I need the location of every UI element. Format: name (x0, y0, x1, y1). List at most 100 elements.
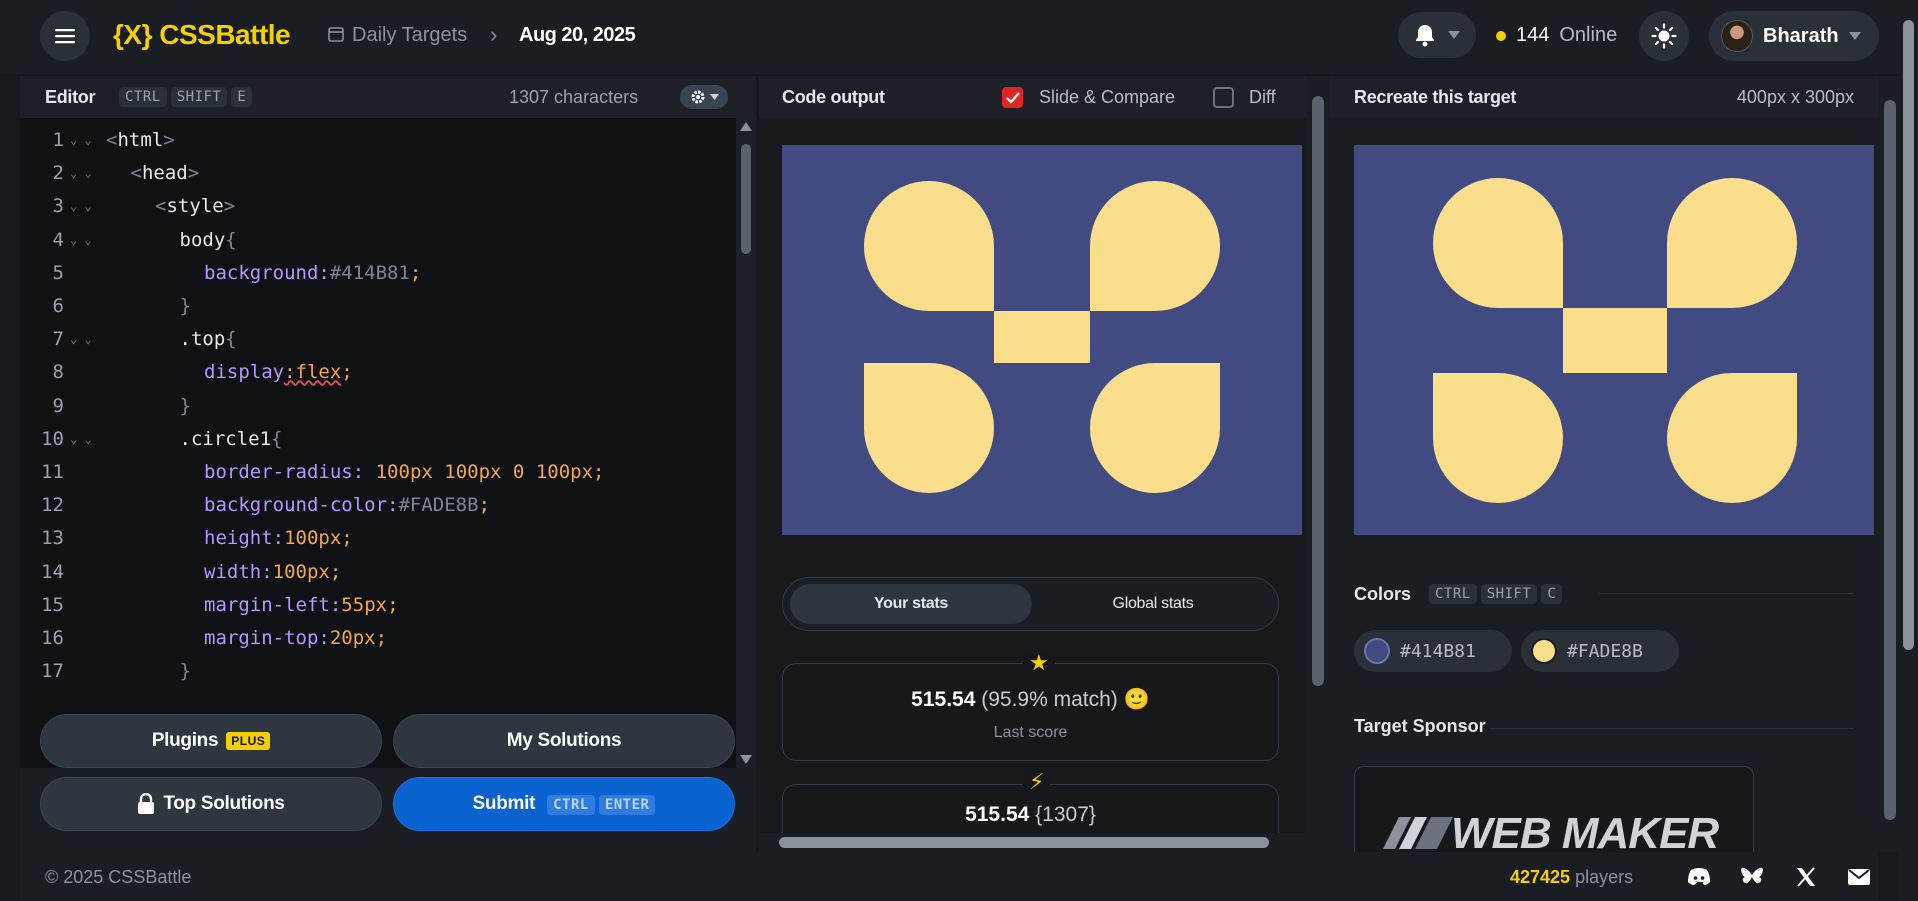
kbd-key: SHIFT (1480, 584, 1538, 604)
scroll-thumb[interactable] (1312, 96, 1324, 686)
last-score-value: 515.54 (911, 688, 976, 711)
code-line[interactable]: 14 width:100px; (20, 556, 736, 589)
fold-chevron-icon[interactable]: ⌄ ⌄ (70, 157, 92, 190)
fold-chevron-icon[interactable]: ⌄ ⌄ (70, 124, 92, 157)
code-line[interactable]: 11 border-radius: 100px 100px 0 100px; (20, 456, 736, 489)
target-image[interactable] (1354, 145, 1874, 535)
target-title: Recreate this target (1354, 87, 1517, 107)
submit-button[interactable]: Submit CTRL ENTER (393, 777, 735, 831)
line-number: 14 (41, 560, 64, 583)
page-scrollbar[interactable] (1899, 0, 1918, 901)
code-text: } (179, 394, 191, 417)
kbd-key: CTRL (547, 795, 595, 815)
code-line[interactable]: 9} (20, 390, 736, 423)
tab-your-stats[interactable]: Your stats (790, 584, 1032, 624)
sponsor-card[interactable]: WEB MAKER (1354, 766, 1754, 856)
scroll-thumb[interactable] (741, 144, 751, 254)
fold-chevron-icon[interactable]: ⌄ ⌄ (70, 323, 92, 356)
fold-chevron-icon[interactable]: ⌄ ⌄ (70, 423, 92, 456)
code-text: border-radius: 100px 100px 0 100px; (204, 461, 605, 483)
editor-scrollbar[interactable] (736, 118, 756, 768)
target-petal-bottom-right (1667, 373, 1797, 503)
code-line[interactable]: 10 ⌄ ⌄ .circle1{ (20, 423, 736, 456)
code-line[interactable]: 8 display:flex; (20, 356, 736, 389)
line-number: 3 (52, 195, 64, 218)
online-label: Online (1559, 24, 1618, 46)
bluesky-icon[interactable] (1740, 865, 1764, 889)
scroll-thumb[interactable] (779, 837, 1269, 848)
code-line[interactable]: 16 margin-top:20px; (20, 622, 736, 655)
best-score-value: 515.54 (965, 803, 1030, 826)
target-header: Recreate this target 400px x 300px (1329, 76, 1879, 118)
breadcrumb-daily-targets[interactable]: Daily Targets (352, 24, 467, 47)
fold-chevron-icon[interactable]: ⌄ ⌄ (70, 224, 92, 257)
code-line[interactable]: 6} (20, 290, 736, 323)
kbd-key: ENTER (598, 795, 656, 815)
stats-tabs: Your stats Global stats (782, 577, 1279, 631)
editor-title: Editor (45, 87, 96, 107)
code-text: background-color:#FADE8B; (204, 494, 491, 517)
color-swatch-1[interactable]: #414B81 (1354, 630, 1512, 672)
x-twitter-icon[interactable] (1794, 865, 1818, 889)
editor-panel: Editor CTRL SHIFT E 1307 characters 1 ⌄ ⌄ <h… (20, 76, 756, 852)
target-size: 400px x 300px (1736, 87, 1854, 107)
code-line[interactable]: 3 ⌄ ⌄ <style> (20, 190, 736, 223)
scroll-thumb[interactable] (1903, 20, 1914, 650)
lightning-icon: ⚡ (1023, 769, 1051, 795)
sponsor-title: Target Sponsor (1354, 716, 1486, 736)
target-vertical-scrollbar[interactable] (1879, 76, 1901, 852)
last-score-label: Last score (993, 724, 1068, 741)
color-swatch-2[interactable]: #FADE8B (1521, 630, 1679, 672)
slide-compare-label[interactable]: Slide & Compare (1039, 87, 1175, 108)
diff-label[interactable]: Diff (1249, 87, 1276, 108)
target-center-square (1563, 308, 1667, 373)
menu-button[interactable] (40, 11, 90, 61)
webmaker-logo-icon (1383, 817, 1453, 849)
scroll-thumb[interactable] (1884, 100, 1896, 820)
logo[interactable]: {X} CSSBattle (113, 19, 291, 51)
online-status: 144 Online (1496, 24, 1617, 47)
code-editor[interactable]: 1 ⌄ ⌄ <html> 2 ⌄ ⌄ <head> 3 ⌄ ⌄ <style> 4 ⌄ ⌄ body{… (20, 118, 756, 768)
plugins-button[interactable]: Plugins PLUS (40, 714, 382, 768)
breadcrumb-current-date: Aug 20, 2025 (519, 24, 636, 46)
my-solutions-button[interactable]: My Solutions (393, 714, 735, 768)
code-text: .top{ (179, 328, 237, 351)
code-output-canvas[interactable] (782, 145, 1302, 535)
code-line[interactable]: 4 ⌄ ⌄ body{ (20, 224, 736, 257)
code-line[interactable]: 2 ⌄ ⌄ <head> (20, 157, 736, 190)
divider (1489, 728, 1854, 729)
scroll-up-icon[interactable] (740, 122, 752, 131)
mail-icon[interactable] (1847, 865, 1871, 889)
output-petal-top-right (1090, 181, 1220, 311)
online-count: 144 (1516, 24, 1550, 46)
user-menu-button[interactable]: Bharath (1709, 11, 1879, 61)
editor-settings-button[interactable] (680, 85, 728, 109)
code-text: background:#414B81; (204, 261, 422, 284)
output-petal-bottom-left (864, 363, 994, 493)
code-text: <head> (130, 162, 200, 185)
code-line[interactable]: 1 ⌄ ⌄ <html> (20, 124, 736, 157)
fold-chevron-icon[interactable]: ⌄ ⌄ (70, 190, 92, 223)
code-line[interactable]: 13 height:100px; (20, 522, 736, 555)
code-line[interactable]: 15 margin-left:55px; (20, 589, 736, 622)
players-number: 427425 (1510, 867, 1571, 887)
code-line[interactable]: 17} (20, 655, 736, 688)
code-line[interactable]: 7 ⌄ ⌄ .top{ (20, 323, 736, 356)
theme-toggle-button[interactable] (1639, 11, 1689, 61)
discord-icon[interactable] (1687, 865, 1711, 889)
scroll-down-icon[interactable] (740, 755, 752, 764)
notifications-button[interactable] (1398, 12, 1476, 58)
line-number: 13 (41, 527, 64, 550)
user-name: Bharath (1763, 24, 1839, 47)
top-solutions-button[interactable]: Top Solutions (40, 777, 382, 831)
output-petal-top-left (864, 181, 994, 311)
code-line[interactable]: 5 background:#414B81; (20, 257, 736, 290)
output-header: Code output Slide & Compare Diff (759, 76, 1307, 118)
tab-global-stats[interactable]: Global stats (1032, 584, 1274, 624)
diff-checkbox[interactable] (1213, 87, 1234, 108)
slide-compare-checkbox[interactable] (1002, 87, 1023, 108)
output-horizontal-scrollbar[interactable] (759, 833, 1307, 852)
code-line[interactable]: 12 background-color:#FADE8B; (20, 489, 736, 522)
output-center-square (994, 311, 1090, 363)
output-vertical-scrollbar[interactable] (1307, 76, 1329, 852)
